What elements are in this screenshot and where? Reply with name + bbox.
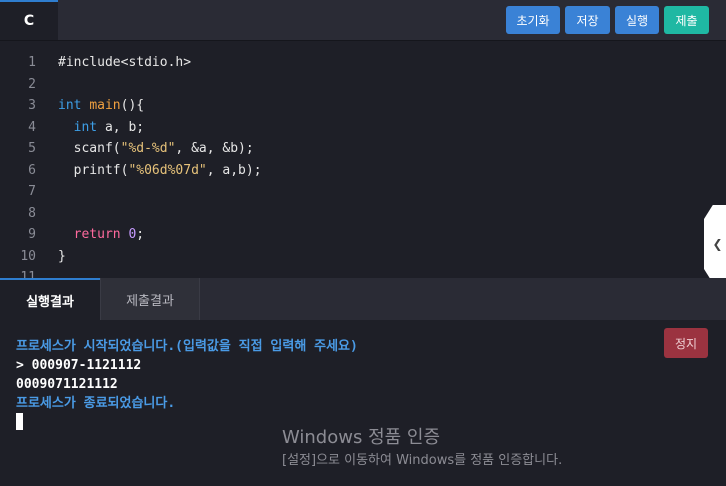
console-line: > 000907-1121112	[16, 358, 142, 373]
line-number: 2	[28, 76, 36, 92]
console-line: 0009071121112	[16, 377, 118, 392]
line-number: 8	[28, 205, 36, 221]
console-line: 프로세스가 종료되었습니다.	[16, 396, 176, 411]
line-number: 9	[28, 227, 36, 242]
tab-run-result[interactable]: 실행결과	[0, 278, 100, 320]
code-line: #include<stdio.h>	[58, 55, 192, 70]
result-tabs: 실행결과 제출결과	[0, 278, 726, 320]
activation-watermark-subtitle: [설정]으로 이동하여 Windows를 정품 인증합니다.	[282, 453, 563, 468]
submit-button[interactable]: 제출	[664, 6, 709, 34]
line-number: 1	[28, 55, 36, 70]
side-panel-toggle[interactable]: ❮	[704, 205, 726, 283]
stop-button[interactable]: 정지	[664, 328, 708, 358]
line-number: 4	[28, 119, 36, 135]
activation-watermark-title: Windows 정품 인증	[282, 427, 441, 448]
line-number: 6	[28, 162, 36, 178]
code-line: int a, b;	[73, 119, 145, 135]
console-cursor	[16, 413, 23, 430]
run-button[interactable]: 실행	[615, 6, 659, 34]
code-line: return 0;	[73, 227, 145, 242]
line-number: 11	[20, 270, 36, 278]
code-line: int main(){	[58, 98, 145, 113]
code-line: }	[58, 248, 66, 264]
line-number: 7	[28, 184, 36, 199]
line-number: 10	[20, 248, 36, 264]
code-editor[interactable]: 1 2 3 4 5 6 7 8 9 10 11 #include<stdio.h…	[0, 41, 726, 278]
chevron-left-icon: ❮	[712, 237, 723, 251]
line-number-gutter: 1 2 3 4 5 6 7 8 9 10 11	[0, 41, 42, 278]
code-line: scanf("%d-%d", &a, &b);	[58, 141, 254, 156]
language-tab[interactable]: C	[0, 0, 58, 40]
line-number: 3	[28, 98, 36, 113]
tab-submit-result[interactable]: 제출결과	[100, 278, 200, 320]
console-line: 프로세스가 시작되었습니다.(입력값을 직접 입력해 주세요)	[16, 339, 358, 354]
reset-button[interactable]: 초기화	[506, 6, 560, 34]
code-line: printf("%06d%07d", a,b);	[58, 162, 262, 178]
top-toolbar: C 초기화 저장 실행 제출	[0, 0, 726, 41]
line-number: 5	[28, 141, 36, 156]
save-button[interactable]: 저장	[565, 6, 610, 34]
